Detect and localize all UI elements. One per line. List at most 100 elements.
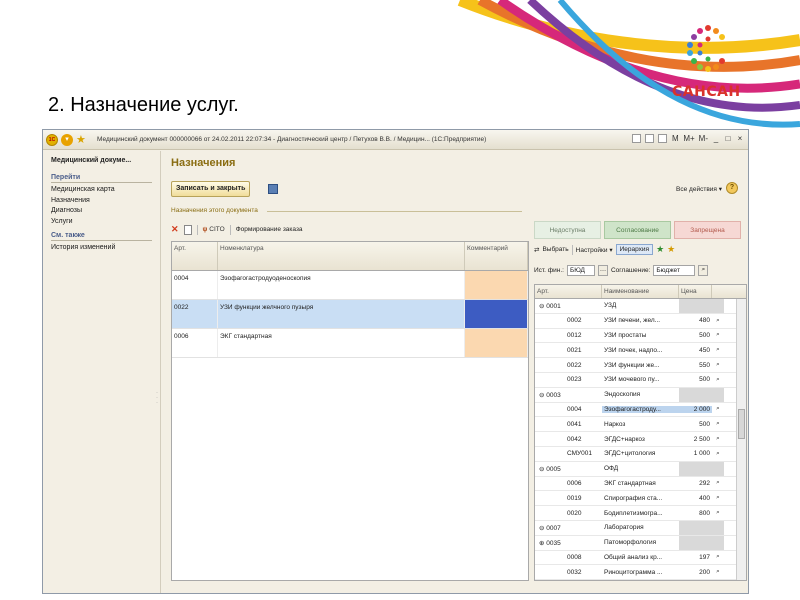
table-row[interactable]: 0008 Общий анализ кр... 197 ⌕: [535, 551, 746, 566]
1c-logo-icon[interactable]: 1C: [46, 133, 58, 146]
table-row[interactable]: 0022 УЗИ функции желчного пузыря: [172, 300, 528, 329]
col-comment[interactable]: Комментарий: [465, 242, 528, 270]
fin-source-field[interactable]: БЮД: [566, 265, 595, 276]
cell-name: ЭКГ стандартная: [218, 329, 465, 357]
tool-icon[interactable]: [645, 134, 655, 143]
cell-comment[interactable]: [465, 300, 528, 328]
group-row[interactable]: ⊖ 0003 Эндоскопия: [535, 387, 746, 403]
table-row[interactable]: 0004 Эзофагогастроду... 2 000 ⌕: [535, 403, 746, 418]
save-icon[interactable]: [268, 184, 278, 194]
favorite-star-icon[interactable]: ★: [76, 134, 88, 146]
tool-icon[interactable]: [632, 134, 642, 143]
cell-name: ЭГДС+наркоз: [604, 435, 645, 443]
table-row[interactable]: 0023 УЗИ мочевого пу... 500 ⌕: [535, 373, 746, 388]
fin-source-select-button[interactable]: …: [597, 265, 608, 276]
delete-icon[interactable]: ✕: [171, 224, 179, 235]
cell-name: Эзофагогастродуоденоскопия: [218, 271, 465, 299]
cell-art: 0041: [567, 420, 582, 428]
table-row[interactable]: 0012 УЗИ простаты 500 ⌕: [535, 329, 746, 344]
table-row[interactable]: СМУ001 ЭГДС+цитология 1 000 ⌕: [535, 447, 746, 462]
hierarchy-button[interactable]: Иерархия: [615, 244, 654, 255]
table-row[interactable]: 0004 Эзофагогастродуоденоскопия: [172, 271, 528, 300]
magnifier-icon: [712, 299, 724, 313]
table-row[interactable]: 0006 ЭКГ стандартная 292 ⌕: [535, 477, 746, 492]
group-row[interactable]: ⊕ 0035 Патоморфология: [535, 535, 746, 551]
col-art[interactable]: Арт.: [172, 242, 218, 270]
memory-plus-button[interactable]: M+: [683, 134, 694, 143]
cell-art: 0012: [567, 331, 582, 339]
magnifier-icon[interactable]: ⌕: [712, 494, 724, 502]
table-header: Арт. Номенклатура Комментарий: [172, 242, 528, 271]
magnifier-icon[interactable]: ⌕: [712, 331, 724, 339]
memory-minus-button[interactable]: M-: [699, 134, 708, 143]
cell-price: 500: [699, 376, 710, 384]
settings-button[interactable]: Настройки ▾: [576, 246, 613, 254]
agreement-field[interactable]: Бюджет пре: [653, 265, 696, 276]
magnifier-icon[interactable]: ⌕: [712, 553, 724, 561]
cell-art: 0020: [567, 509, 582, 517]
form-order-button[interactable]: Формирование заказа: [236, 226, 303, 233]
table-row[interactable]: 0006 ЭКГ стандартная: [172, 329, 528, 358]
cell-art: ⊖ 0005: [539, 465, 561, 473]
save-close-button[interactable]: Записать и закрыть: [171, 181, 251, 197]
memory-m-button[interactable]: M: [671, 134, 679, 143]
cell-comment[interactable]: [465, 271, 528, 299]
cell-price: 550: [699, 361, 710, 369]
magnifier-icon[interactable]: ⌕: [712, 361, 724, 369]
magnifier-icon[interactable]: ⌕: [712, 435, 724, 443]
vertical-scrollbar[interactable]: [736, 299, 746, 580]
cito-button[interactable]: ψ CITO: [203, 226, 225, 233]
document-icon[interactable]: [183, 224, 192, 235]
scrollbar-thumb[interactable]: [738, 409, 745, 439]
tool-icon[interactable]: [658, 134, 668, 143]
col-name[interactable]: Наименование: [602, 285, 679, 298]
close-button[interactable]: ×: [736, 134, 744, 143]
group-row[interactable]: ⊖ 0001 УЗД: [535, 299, 746, 314]
cell-name: Эзофагогастроду...: [602, 405, 679, 413]
nav-item-medical-card[interactable]: Медицинская карта: [51, 186, 152, 193]
help-icon[interactable]: ?: [726, 182, 738, 194]
add-favorite-icon[interactable]: ★: [656, 244, 664, 255]
title-bar: 1C ▾ ★ Медицинский документ 000000066 от…: [43, 130, 748, 150]
magnifier-icon[interactable]: ⌕: [712, 420, 724, 428]
nav-item-history[interactable]: История изменений: [51, 244, 152, 251]
agreement-search-icon[interactable]: ⌕: [698, 265, 709, 276]
magnifier-icon[interactable]: ⌕: [712, 405, 724, 413]
table-row[interactable]: 0020 Бодиплетизмогра... 800 ⌕: [535, 506, 746, 521]
magnifier-icon[interactable]: ⌕: [712, 568, 724, 576]
group-row[interactable]: ⊖ 0005 ОФД: [535, 461, 746, 477]
table-row[interactable]: 0032 Риноцитограмма ... 200 ⌕: [535, 565, 746, 580]
table-row[interactable]: 0041 Наркоз 500 ⌕: [535, 417, 746, 433]
splitter-grip[interactable]: · · ·: [156, 390, 158, 406]
magnifier-icon[interactable]: ⌕: [712, 479, 724, 487]
menu-down-icon[interactable]: ▾: [61, 133, 73, 146]
table-row[interactable]: 0021 УЗИ почек, надпо... 450 ⌕: [535, 343, 746, 359]
magnifier-icon[interactable]: ⌕: [712, 317, 724, 325]
group-divider: [267, 211, 522, 212]
magnifier-icon[interactable]: ⌕: [712, 346, 724, 354]
all-actions-menu[interactable]: Все действия ▾: [676, 185, 722, 193]
col-price[interactable]: Цена: [679, 285, 712, 298]
group-row[interactable]: ⊖ 0007 Лаборатория: [535, 520, 746, 536]
cell-art: 0032: [567, 568, 582, 576]
table-row[interactable]: 0019 Спирография ста... 400 ⌕: [535, 491, 746, 507]
table-row[interactable]: 0022 УЗИ функции же... 550 ⌕: [535, 358, 746, 373]
nav-item-diagnoses[interactable]: Диагнозы: [51, 207, 152, 214]
col-nomenclature[interactable]: Номенклатура: [218, 242, 465, 270]
cell-art: 0004: [172, 271, 218, 299]
minimize-button[interactable]: _: [712, 134, 720, 143]
cell-price: 450: [699, 346, 710, 354]
table-row[interactable]: 0042 ЭГДС+наркоз 2 500 ⌕: [535, 432, 746, 447]
maximize-button[interactable]: □: [724, 134, 732, 143]
nav-item-services[interactable]: Услуги: [51, 218, 152, 225]
magnifier-icon[interactable]: ⌕: [712, 450, 724, 458]
magnifier-icon[interactable]: ⌕: [712, 376, 724, 384]
table-row[interactable]: 0002 УЗИ печени, жел... 480 ⌕: [535, 314, 746, 329]
favorites-icon[interactable]: ★: [667, 244, 675, 255]
cell-comment[interactable]: [465, 329, 528, 357]
col-art[interactable]: Арт.: [535, 285, 602, 298]
cell-price: 500: [699, 420, 710, 428]
nav-item-assignments[interactable]: Назначения: [51, 197, 152, 204]
choose-button[interactable]: Выбрать: [542, 246, 568, 253]
magnifier-icon[interactable]: ⌕: [712, 509, 724, 517]
